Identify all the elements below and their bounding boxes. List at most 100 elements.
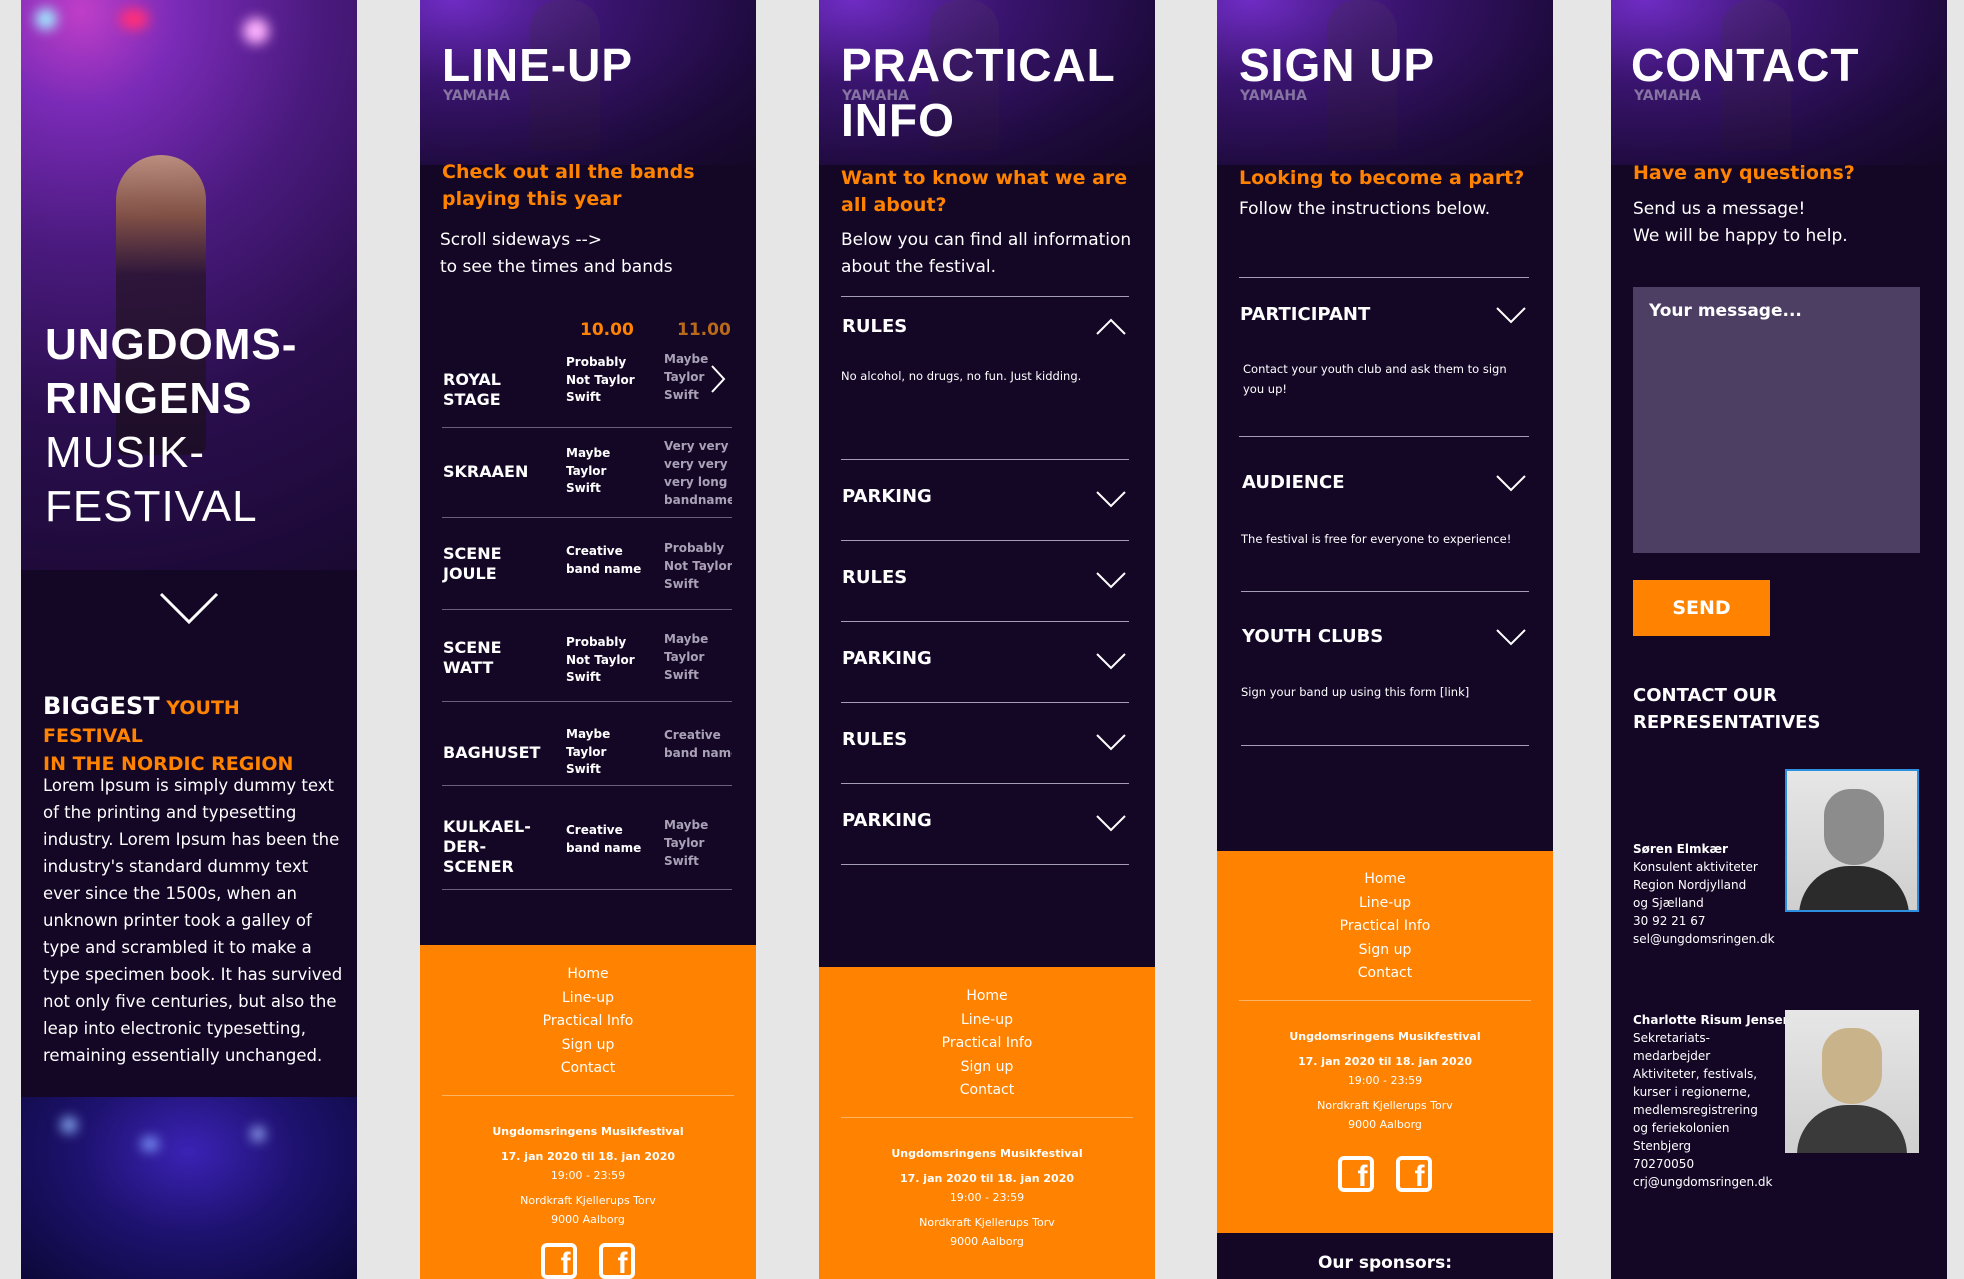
chevron-down-icon[interactable]	[1095, 814, 1127, 836]
band-name: Maybe Taylor Swift	[664, 632, 709, 682]
facebook-icon[interactable]	[1395, 1155, 1432, 1194]
footer-info: Ungdomsringens Musikfestival 17. jan 202…	[891, 1146, 1083, 1248]
tagline: BIGGEST YOUTH FESTIVAL IN THE NORDIC REG…	[43, 692, 294, 775]
accordion-audience[interactable]: AUDIENCE The festival is free for everyo…	[1241, 437, 1529, 592]
facebook-icon[interactable]	[541, 1242, 578, 1279]
band-name: Creative band name	[566, 823, 642, 855]
stage-name: ROYAL STAGE	[443, 370, 501, 409]
lineup-screen: YAMAHA LINE-UP Check out all the bands pl…	[420, 0, 756, 1279]
footer-nav: Home Line-up Practical Info Sign up Cont…	[420, 945, 756, 1095]
chevron-down-icon[interactable]	[1095, 571, 1127, 593]
representative-2: Charlotte Risum Jensen Sekretariats- med…	[1633, 1013, 1792, 1189]
accordion-participant[interactable]: PARTICIPANT Contact your youth club and …	[1239, 277, 1529, 437]
band-name: Maybe Taylor Swift	[664, 818, 709, 868]
home-screen: UNGDOMS- RINGENS MUSIK- FESTIVAL BIGGEST…	[21, 0, 357, 1279]
page-title: SIGN UP	[1239, 39, 1436, 91]
band-name: Very very very very very long bandname	[664, 439, 732, 507]
page-title: CONTACT	[1631, 39, 1860, 91]
chevron-down-icon[interactable]	[1495, 306, 1527, 328]
scroll-right-chevron-icon[interactable]	[710, 364, 726, 398]
time-slot: 10.00	[580, 320, 634, 340]
footer-info: Ungdomsringens Musikfestival 17. jan 202…	[492, 1124, 684, 1226]
accordion-rules[interactable]: RULES No alcohol, no drugs, no fun. Just…	[841, 296, 1129, 460]
lineup-row: BAGHUSET Maybe Taylor Swift Creative band nam…	[442, 702, 732, 786]
lineup-row: SKRAAEN Maybe Taylor Swift Very very very ver…	[442, 428, 732, 518]
footer: Home Line-up Practical Info Sign up Cont…	[819, 967, 1155, 1279]
footer-link-lineup[interactable]: Line-up	[819, 1009, 1155, 1033]
band-name: Probably Not Taylor Swift	[566, 355, 635, 404]
chevron-down-icon[interactable]	[1495, 474, 1527, 496]
footer-link-practical[interactable]: Practical Info	[420, 1010, 756, 1034]
footer-link-contact[interactable]: Contact	[819, 1079, 1155, 1103]
band-name: Probably Not Taylor Swift	[664, 541, 732, 591]
accordion-parking[interactable]: PARKING	[841, 784, 1129, 865]
band-name: Probably Not Taylor Swift	[566, 635, 635, 684]
footer-info: Ungdomsringens Musikfestival 17. jan 202…	[1289, 1029, 1481, 1131]
chevron-down-icon[interactable]	[1095, 733, 1127, 755]
chevron-down-icon[interactable]	[1495, 628, 1527, 650]
footer-link-home[interactable]: Home	[1217, 868, 1553, 892]
accordion-body: The festival is free for everyone to exp…	[1241, 532, 1512, 546]
footer-link-practical[interactable]: Practical Info	[819, 1032, 1155, 1056]
accordion-body: Sign your band up using this form [link]	[1241, 685, 1470, 699]
accordion-rules[interactable]: RULES	[841, 541, 1129, 622]
footer-link-signup[interactable]: Sign up	[819, 1056, 1155, 1080]
page-intro: Send us a message! We will be happy to he…	[1633, 199, 1848, 246]
footer-link-signup[interactable]: Sign up	[1217, 939, 1553, 963]
footer-link-signup[interactable]: Sign up	[420, 1034, 756, 1058]
time-slot: 11.00	[677, 320, 731, 340]
band-name: Creative band name	[566, 544, 642, 576]
footer-link-lineup[interactable]: Line-up	[420, 987, 756, 1011]
festival-title: UNGDOMS- RINGENS MUSIK- FESTIVAL	[45, 320, 298, 531]
representatives-heading: CONTACT OUR REPRESENTATIVES	[1633, 685, 1821, 733]
sponsors-heading: Our sponsors:	[1217, 1233, 1553, 1279]
about-text: Lorem Ipsum is simply dummy text of the …	[43, 776, 343, 1065]
stage-name: SCENE WATT	[443, 638, 502, 677]
chevron-down-icon[interactable]	[1095, 652, 1127, 674]
page-subhead: Want to know what we are all about?	[841, 167, 1128, 216]
band-name: Maybe Taylor Swift	[566, 446, 611, 495]
concert-image	[21, 1097, 357, 1279]
accordion-body: No alcohol, no drugs, no fun. Just kiddi…	[841, 369, 1082, 383]
footer-nav: Home Line-up Practical Info Sign up Cont…	[819, 967, 1155, 1117]
footer-link-practical[interactable]: Practical Info	[1217, 915, 1553, 939]
footer-nav: Home Line-up Practical Info Sign up Cont…	[1217, 851, 1553, 1000]
footer-link-lineup[interactable]: Line-up	[1217, 892, 1553, 916]
footer-link-home[interactable]: Home	[420, 963, 756, 987]
accordion-parking[interactable]: PARKING	[841, 460, 1129, 541]
send-button[interactable]: SEND	[1633, 580, 1770, 636]
accordion-body: Contact your youth club and ask them to …	[1243, 362, 1507, 396]
lineup-row: SCENE WATT Probably Not Taylor Swift Maybe Tay…	[442, 610, 732, 702]
facebook-icon[interactable]	[1338, 1155, 1375, 1194]
stage-name: BAGHUSET	[443, 743, 541, 762]
contact-screen: YAMAHA CONTACT Have any questions? Send …	[1611, 0, 1947, 1279]
accordion-parking[interactable]: PARKING	[841, 622, 1129, 703]
footer-link-home[interactable]: Home	[819, 985, 1155, 1009]
practical-info-screen: YAMAHA PRACTICAL INFO Want to know what w…	[819, 0, 1155, 1279]
message-input[interactable]	[1633, 287, 1920, 553]
chevron-up-icon[interactable]	[1095, 318, 1127, 340]
lineup-row: ROYAL STAGE Probably Not Taylor Swift Maybe Ta…	[442, 338, 732, 428]
stage-name: SCENE JOULE	[443, 544, 502, 583]
band-name: Creative band name	[664, 728, 732, 760]
page-subhead: Looking to become a part?	[1239, 167, 1525, 189]
facebook-icon[interactable]	[598, 1242, 635, 1279]
footer: Home Line-up Practical Info Sign up Cont…	[420, 945, 756, 1279]
page-subhead: Check out all the bands playing this year	[442, 161, 695, 210]
page-intro: Follow the instructions below.	[1239, 199, 1491, 219]
page-subhead: Have any questions?	[1633, 162, 1855, 184]
page-intro: Scroll sideways --> to see the times and …	[440, 230, 673, 277]
chevron-down-icon[interactable]	[1095, 490, 1127, 512]
accordion-youth-clubs[interactable]: YOUTH CLUBS Sign your band up using this…	[1241, 592, 1529, 746]
page-intro: Below you can find all information about …	[841, 230, 1132, 277]
representative-1: Søren Elmkær Konsulent aktiviteter Regio…	[1633, 842, 1775, 946]
scroll-down-chevron-icon[interactable]	[159, 592, 219, 628]
representative-2-photo	[1785, 1010, 1919, 1153]
footer: Home Line-up Practical Info Sign up Cont…	[1217, 851, 1553, 1233]
page-title: LINE-UP	[442, 39, 633, 91]
footer-link-contact[interactable]: Contact	[420, 1057, 756, 1081]
page-title: PRACTICAL INFO	[841, 39, 1116, 146]
stage-name: SKRAAEN	[443, 462, 529, 481]
footer-link-contact[interactable]: Contact	[1217, 962, 1553, 986]
accordion-rules[interactable]: RULES	[841, 703, 1129, 784]
